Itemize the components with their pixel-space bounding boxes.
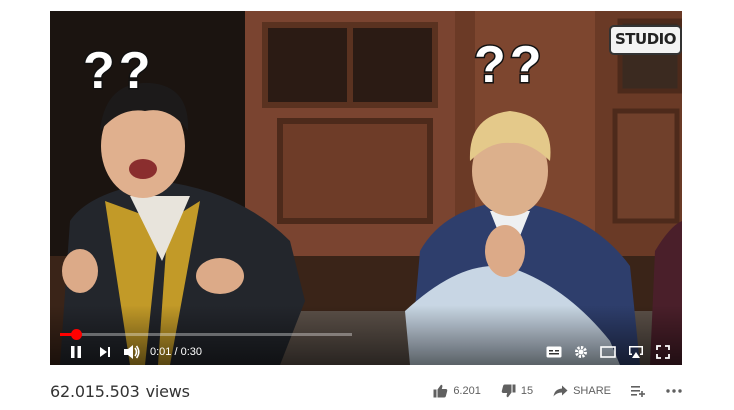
view-count-number: 62.015.503 xyxy=(50,381,140,401)
view-count-label: views xyxy=(145,381,190,401)
dislike-count: 15 xyxy=(520,385,534,397)
like-button[interactable]: 6.201 xyxy=(433,384,481,398)
add-to-playlist-icon xyxy=(631,385,646,397)
right-controls xyxy=(546,341,670,363)
share-label: SHARE xyxy=(573,385,611,397)
time-separator: / xyxy=(174,346,178,358)
thumbs-up-icon xyxy=(433,384,448,398)
save-button[interactable] xyxy=(631,385,646,397)
more-icon xyxy=(666,389,682,393)
more-button[interactable] xyxy=(666,389,682,393)
player-controls: 0:01 / 0:30 xyxy=(50,341,682,363)
video-info-bar: 62.015.503 views 6.201 15 SHARE xyxy=(50,376,682,406)
dislike-button[interactable]: 15 xyxy=(501,384,533,398)
share-icon xyxy=(553,385,568,397)
progress-scrubber[interactable] xyxy=(71,329,83,340)
progress-bar[interactable] xyxy=(60,329,352,340)
time-total: 0:30 xyxy=(180,346,203,358)
miniplayer-icon[interactable] xyxy=(600,346,616,358)
thumbs-down-icon xyxy=(501,384,516,398)
time-current: 0:01 xyxy=(150,346,172,358)
airplay-icon[interactable] xyxy=(628,345,644,359)
captions-icon[interactable] xyxy=(546,346,562,358)
channel-watermark: STUDIO xyxy=(609,25,682,55)
video-player[interactable]: STUDIO ?? ?? 0:01 / 0:30 xyxy=(50,11,682,365)
overlay-question-marks-left: ?? xyxy=(82,41,155,102)
action-buttons: 6.201 15 SHARE xyxy=(419,384,682,398)
next-icon[interactable] xyxy=(96,346,114,358)
view-count: 62.015.503 views xyxy=(50,382,190,401)
time-display: 0:01 / 0:30 xyxy=(150,346,202,358)
like-count: 6.201 xyxy=(453,385,481,397)
overlay-question-marks-right: ?? xyxy=(473,35,546,96)
share-button[interactable]: SHARE xyxy=(553,385,611,397)
volume-icon[interactable] xyxy=(122,344,142,360)
gear-icon[interactable] xyxy=(574,345,588,359)
pause-icon[interactable] xyxy=(66,345,86,359)
fullscreen-icon[interactable] xyxy=(656,345,670,359)
